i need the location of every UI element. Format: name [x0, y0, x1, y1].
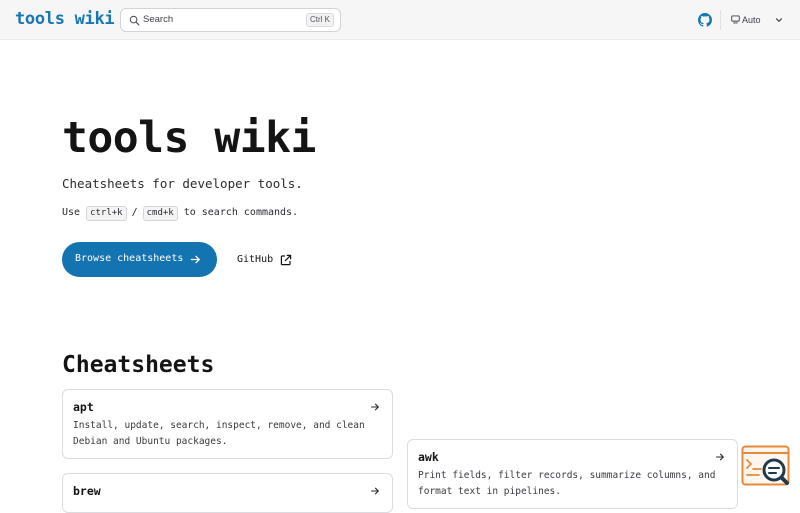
chevron-down-icon	[775, 18, 783, 22]
card-title: awk	[418, 450, 439, 464]
arrow-right-icon	[370, 403, 379, 411]
external-link-icon	[280, 254, 292, 266]
github-icon[interactable]	[698, 13, 712, 27]
card-title: brew	[73, 484, 101, 498]
card-title: apt	[73, 400, 94, 414]
cheatsheet-card-awk[interactable]: awk Print fields, filter records, summar…	[407, 439, 738, 509]
theme-label: Auto	[742, 15, 761, 25]
card-description: Print fields, filter records, summarize …	[418, 470, 716, 497]
hero-subtitle: Cheatsheets for developer tools.	[62, 176, 303, 191]
card-description: Install, update, search, inspect, remove…	[73, 420, 365, 447]
top-nav: tools wiki Search Ctrl K Auto	[0, 0, 800, 40]
search-input[interactable]: Search Ctrl K	[120, 8, 341, 32]
monitor-icon	[731, 15, 740, 24]
cheatsheet-card-brew[interactable]: brew	[62, 473, 393, 513]
arrow-right-icon	[715, 453, 724, 461]
cheatsheets-heading: Cheatsheets	[62, 352, 215, 378]
hint-separator: /	[131, 207, 138, 218]
search-assistant-icon[interactable]	[741, 445, 791, 489]
hint-prefix: Use	[62, 207, 81, 218]
github-link-label: GitHub	[237, 254, 274, 265]
hero-title: tools wiki	[62, 113, 316, 163]
browse-cheatsheets-label: Browse cheatsheets	[75, 253, 184, 264]
kbd-cmd-k: cmd+k	[142, 206, 178, 221]
nav-divider	[720, 10, 721, 30]
browse-cheatsheets-button[interactable]: Browse cheatsheets	[62, 242, 217, 277]
arrow-right-icon	[370, 487, 379, 495]
arrow-right-icon	[190, 255, 200, 264]
site-title[interactable]: tools wiki	[15, 8, 115, 30]
theme-select[interactable]: Auto	[730, 11, 786, 29]
kbd-ctrl-k: ctrl+k	[86, 206, 127, 221]
hint-suffix: to search commands.	[183, 207, 299, 218]
search-placeholder: Search	[143, 14, 174, 25]
cheatsheet-card-apt[interactable]: apt Install, update, search, inspect, re…	[62, 389, 393, 459]
search-shortcut-hint: Ctrl K	[306, 13, 334, 27]
search-hint: Use ctrl+k / cmd+k to search commands.	[62, 205, 298, 221]
search-icon	[129, 15, 140, 26]
